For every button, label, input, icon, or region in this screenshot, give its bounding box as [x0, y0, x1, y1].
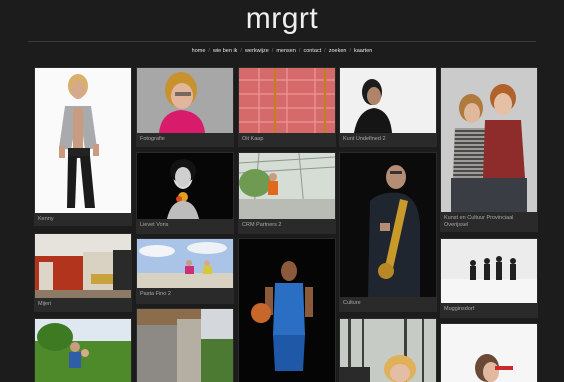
photo-portrait-image: [441, 324, 537, 382]
caption-oudkaap[interactable]: Oit Kaap: [239, 133, 335, 143]
caption-mijeri[interactable]: Mijeri: [35, 298, 131, 308]
caption-mugginsdorf[interactable]: Mugginsdorf: [441, 303, 537, 313]
photo-kunstcultuur[interactable]: [441, 68, 537, 212]
photo-kunst-image: [340, 68, 436, 133]
nav-home[interactable]: home: [192, 48, 206, 54]
site-logo[interactable]: mrgrt: [0, 2, 564, 36]
photo-mugginsdorf-image: [441, 239, 537, 303]
photo-lievekess-image: [137, 153, 233, 219]
nav-separator: /: [208, 48, 210, 54]
nav-separator: /: [349, 48, 351, 54]
nav-mensen[interactable]: mensen: [276, 48, 296, 54]
photo-mugginsdorf[interactable]: [441, 239, 537, 303]
photo-fotografie[interactable]: [137, 68, 233, 133]
header-divider: [28, 41, 536, 42]
main-nav: home / wie ben ik / werkwijze / mensen / contact…: [0, 48, 564, 54]
photo-kenny-image: [59, 74, 99, 208]
gallery-card-portrait[interactable]: [440, 323, 538, 382]
photo-forest-image: [340, 319, 436, 382]
photo-paardenhe-image: [137, 239, 233, 288]
gallery-card-crmpartners[interactable]: CRM Partners 2: [238, 152, 336, 234]
caption-kunstcultuur[interactable]: Kunst en Cultuur Provinciaal Overijssel: [441, 212, 537, 229]
photo-mijeri-image: [35, 234, 131, 298]
nav-separator: /: [298, 48, 301, 54]
gallery-card-kunst[interactable]: Kunt Undefined 2: [339, 67, 437, 147]
caption-lievekess[interactable]: Lievet Vons: [137, 219, 233, 229]
caption-culture[interactable]: Culture: [340, 297, 436, 307]
photo-crmpartners[interactable]: [239, 153, 335, 219]
photo-meadow-image: [35, 319, 131, 382]
photo-lievekess[interactable]: [137, 153, 233, 219]
nav-contact[interactable]: contact: [303, 48, 321, 54]
gallery-card-forest[interactable]: [339, 318, 437, 382]
photo-culture[interactable]: [340, 153, 436, 297]
nav-separator: /: [324, 48, 326, 54]
caption-paardenhe[interactable]: Pasta Fino 2: [137, 288, 233, 298]
photo-oudkaap[interactable]: [239, 68, 335, 133]
photo-mijeri[interactable]: [35, 234, 131, 298]
gallery-card-mijeri[interactable]: Mijeri: [34, 233, 132, 312]
gallery-card-kenny[interactable]: Kenny: [34, 67, 132, 226]
gallery-card-culture[interactable]: Culture: [339, 152, 437, 312]
gallery-card-paardenhe[interactable]: Pasta Fino 2: [136, 238, 234, 304]
photo-culture-image: [340, 153, 436, 297]
nav-separator: /: [240, 48, 242, 54]
nav-kaarten[interactable]: kaarten: [354, 48, 372, 54]
nav-zoeken[interactable]: zoeken: [329, 48, 347, 54]
site-header: mrgrt home / wie ben ik / werkwijze / mensen / c…: [0, 0, 564, 64]
gallery-card-basketball[interactable]: [238, 238, 336, 382]
caption-kunst[interactable]: Kunt Undefined 2: [340, 133, 436, 143]
photo-kenny[interactable]: [35, 68, 131, 213]
caption-crmpartners[interactable]: CRM Partners 2: [239, 219, 335, 229]
caption-fotografie[interactable]: Fotografie: [137, 133, 233, 143]
gallery-card-kunstcultuur[interactable]: Kunst en Cultuur Provinciaal Overijssel: [440, 67, 538, 232]
photo-portrait[interactable]: [441, 324, 537, 382]
photo-crmpartners-image: [239, 153, 335, 219]
nav-werkwijze[interactable]: werkwijze: [245, 48, 269, 54]
gallery-card-mugginsdorf[interactable]: Mugginsdorf: [440, 238, 538, 318]
photo-basketball[interactable]: [239, 239, 335, 382]
photo-paardenhe[interactable]: [137, 239, 233, 288]
photo-basketball-image: [239, 239, 335, 382]
photo-kunst[interactable]: [340, 68, 436, 133]
gallery-card-building[interactable]: [136, 308, 234, 382]
gallery-card-fotografie[interactable]: Fotografie: [136, 67, 234, 147]
caption-kenny[interactable]: Kenny: [35, 213, 131, 223]
photo-meadow[interactable]: [35, 319, 131, 382]
gallery-card-lievekess[interactable]: Lievet Vons: [136, 152, 234, 234]
gallery-card-meadow[interactable]: [34, 318, 132, 382]
nav-separator: /: [271, 48, 274, 54]
photo-building[interactable]: [137, 309, 233, 382]
photo-kunstcultuur-image: [441, 68, 537, 212]
photo-forest[interactable]: [340, 319, 436, 382]
photo-oudkaap-image: [239, 68, 335, 133]
photo-building-image: [137, 309, 233, 382]
gallery-card-oudkaap[interactable]: Oit Kaap: [238, 67, 336, 147]
photo-fotografie-image: [137, 68, 233, 133]
nav-wie-ben-ik[interactable]: wie ben ik: [213, 48, 237, 54]
